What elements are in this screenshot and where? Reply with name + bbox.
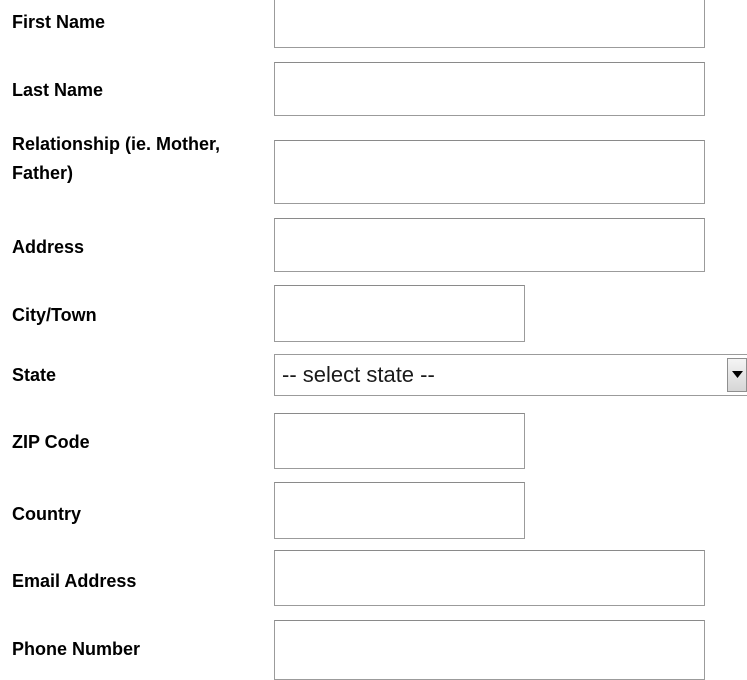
country-input[interactable] <box>274 482 525 539</box>
address-label: Address <box>12 237 85 257</box>
state-label: State <box>12 365 57 385</box>
last-name-input[interactable] <box>274 62 705 116</box>
relationship-input[interactable] <box>274 140 705 204</box>
city-label: City/Town <box>12 305 97 325</box>
zip-code-input[interactable] <box>274 413 525 469</box>
first-name-label: First Name <box>12 12 106 32</box>
phone-number-label: Phone Number <box>12 639 141 659</box>
state-select-value: -- select state -- <box>282 362 435 387</box>
first-name-input[interactable] <box>274 0 705 48</box>
state-select[interactable]: -- select state -- <box>274 354 747 396</box>
email-address-input[interactable] <box>274 550 705 606</box>
email-address-label: Email Address <box>12 571 137 591</box>
address-input[interactable] <box>274 218 705 272</box>
zip-code-label: ZIP Code <box>12 432 90 452</box>
phone-number-input[interactable] <box>274 620 705 680</box>
relationship-label: Relationship (ie. Mother, Father) <box>12 134 221 183</box>
last-name-label: Last Name <box>12 80 104 100</box>
city-input[interactable] <box>274 285 525 342</box>
chevron-down-icon[interactable] <box>727 358 747 392</box>
country-label: Country <box>12 504 81 524</box>
